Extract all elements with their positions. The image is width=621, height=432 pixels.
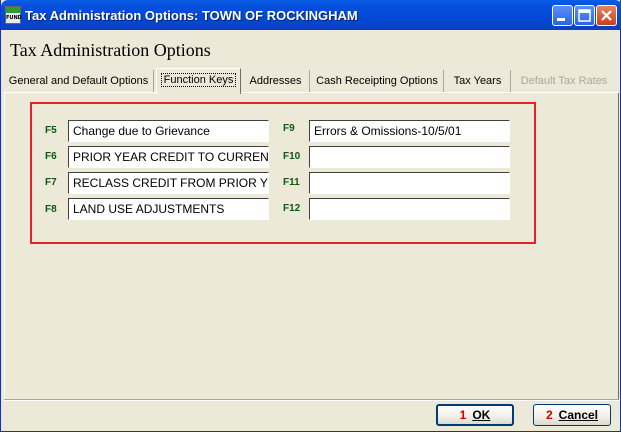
f8-label: F8: [45, 204, 57, 215]
ok-button[interactable]: 1 OK: [436, 404, 514, 426]
tab-label: Cash Receipting Options: [316, 75, 438, 87]
f7-label: F7: [45, 177, 57, 188]
tab-tax-years[interactable]: Tax Years: [445, 70, 511, 92]
ok-label: OK: [472, 408, 491, 422]
f7-field[interactable]: RECLASS CREDIT FROM PRIOR Y: [68, 172, 269, 194]
tab-function-keys[interactable]: Function Keys: [156, 68, 241, 94]
tab-label: General and Default Options: [8, 75, 149, 87]
tab-default-tax-rates: Default Tax Rates: [513, 70, 615, 92]
minimize-icon: [557, 18, 565, 21]
minimize-button[interactable]: [552, 5, 573, 26]
f12-field[interactable]: [309, 198, 510, 220]
maximize-button[interactable]: [574, 5, 595, 26]
close-icon: [601, 10, 612, 21]
fund-app-icon: FUND: [5, 6, 22, 24]
f6-label: F6: [45, 151, 57, 162]
f10-field[interactable]: [309, 146, 510, 168]
tab-addresses[interactable]: Addresses: [242, 70, 310, 92]
tab-cash-receipting-options[interactable]: Cash Receipting Options: [311, 70, 444, 92]
window-title: Tax Administration Options: TOWN OF ROCK…: [25, 8, 358, 23]
f5-field[interactable]: Change due to Grievance: [68, 120, 269, 142]
dialog-window: FUND Tax Administration Options: TOWN OF…: [0, 0, 621, 432]
close-button[interactable]: [596, 5, 617, 26]
f9-field[interactable]: Errors & Omissions-10/5/01: [309, 120, 510, 142]
maximize-icon: [578, 9, 591, 22]
page-title: Tax Administration Options: [10, 40, 211, 60]
f12-label: F12: [283, 203, 301, 214]
tab-label: Function Keys: [160, 73, 237, 87]
cancel-button[interactable]: 2 Cancel: [533, 404, 611, 426]
cancel-shortcut-number: 2: [545, 408, 553, 422]
f9-label: F9: [283, 123, 295, 134]
tab-label: Default Tax Rates: [520, 75, 608, 87]
f11-field[interactable]: [309, 172, 510, 194]
f6-field[interactable]: PRIOR YEAR CREDIT TO CURREN: [68, 146, 269, 168]
app-icon-text: FUND: [6, 15, 22, 21]
f10-label: F10: [283, 151, 301, 162]
tab-label: Addresses: [249, 75, 302, 87]
cancel-label: Cancel: [558, 408, 599, 422]
title-bar[interactable]: FUND Tax Administration Options: TOWN OF…: [1, 0, 621, 30]
f11-label: F11: [283, 177, 300, 188]
ok-shortcut-number: 1: [459, 408, 467, 422]
tab-general-default-options[interactable]: General and Default Options: [4, 70, 154, 92]
f8-field[interactable]: LAND USE ADJUSTMENTS: [68, 198, 269, 220]
f5-label: F5: [45, 125, 57, 136]
tab-label: Tax Years: [453, 75, 502, 87]
